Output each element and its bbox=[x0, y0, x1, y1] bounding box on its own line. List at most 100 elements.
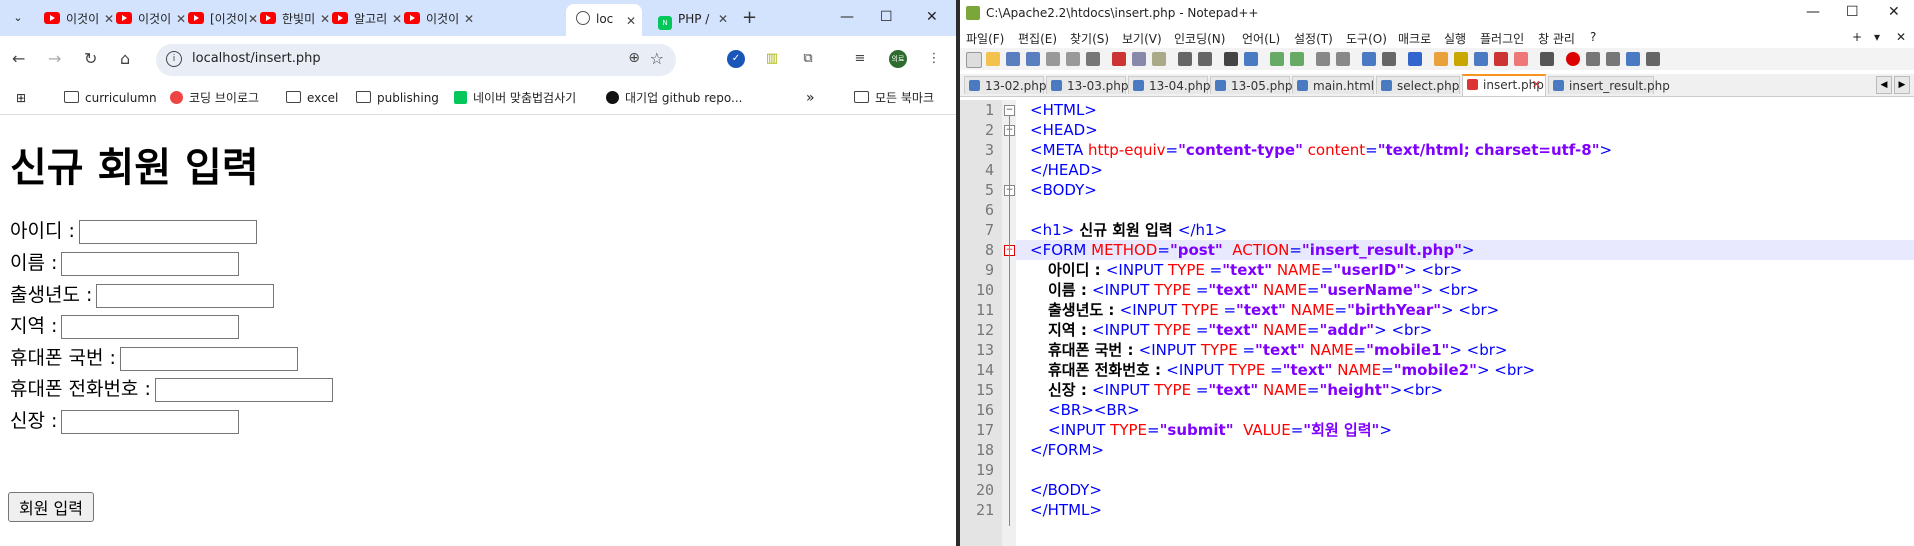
close-file-icon[interactable] bbox=[1046, 52, 1060, 66]
tab-scroll-left-icon[interactable]: ◀ bbox=[1876, 76, 1892, 94]
menu-view[interactable]: 보기(V) bbox=[1122, 30, 1162, 47]
redo-icon[interactable] bbox=[1198, 52, 1212, 66]
apps-grid-icon[interactable]: ⊞ bbox=[16, 90, 26, 106]
npp-maximize-icon[interactable]: ☐ bbox=[1846, 4, 1859, 20]
tab-6[interactable]: 이것이 ✕ bbox=[396, 6, 480, 32]
file-tab-insert-active[interactable]: insert.php ✕ bbox=[1462, 74, 1546, 96]
bookmark-naver-spellcheck[interactable]: 네이버 맞춤법검사기 bbox=[454, 90, 576, 106]
play-macro-icon[interactable] bbox=[1606, 52, 1620, 66]
menu-tools[interactable]: 도구(O) bbox=[1346, 30, 1387, 47]
tab-search-icon[interactable]: ⌄ bbox=[8, 8, 28, 28]
bookmark-publishing[interactable]: publishing bbox=[356, 90, 439, 106]
file-tab-13-03[interactable]: 13-03.php bbox=[1046, 76, 1129, 94]
file-tab-13-02[interactable]: 13-02.php bbox=[964, 76, 1047, 94]
menu-macro[interactable]: 매크로 bbox=[1398, 30, 1431, 47]
bookmark-all[interactable]: 모든 북마크 bbox=[854, 90, 934, 106]
word-wrap-icon[interactable] bbox=[1362, 52, 1376, 66]
menu-encoding[interactable]: 인코딩(N) bbox=[1174, 30, 1225, 47]
menu-help[interactable]: ? bbox=[1590, 30, 1596, 44]
run-multiple-macro-icon[interactable] bbox=[1626, 52, 1640, 66]
tab-close-icon[interactable]: ✕ bbox=[718, 6, 728, 32]
tab-close-icon[interactable]: ✕ bbox=[464, 6, 474, 32]
addr-input[interactable] bbox=[61, 314, 240, 339]
replace-icon[interactable] bbox=[1244, 52, 1258, 66]
menu-kebab-icon[interactable]: ⋮ bbox=[925, 50, 943, 68]
bookmark-coding-vlog[interactable]: 코딩 브이로그 bbox=[170, 90, 259, 106]
bookmark-excel[interactable]: excel bbox=[286, 90, 338, 106]
menu-language[interactable]: 언어(L) bbox=[1242, 30, 1280, 47]
menu-search[interactable]: 찾기(S) bbox=[1070, 30, 1109, 47]
new-file-icon[interactable] bbox=[966, 52, 982, 68]
copy-icon[interactable] bbox=[1132, 52, 1146, 66]
tab-scroll-right-icon[interactable]: ▶ bbox=[1894, 76, 1910, 94]
find-icon[interactable] bbox=[1224, 52, 1238, 66]
record-macro-icon[interactable] bbox=[1566, 52, 1580, 66]
submit-button[interactable]: 회원 입력 bbox=[8, 492, 94, 522]
file-tab-13-05[interactable]: 13-05.php bbox=[1210, 76, 1293, 94]
code-editor[interactable]: − − − − 1 2 3 4 5 6 7 8 9 10 11 12 13 14… bbox=[960, 100, 1914, 546]
open-file-icon[interactable] bbox=[986, 52, 1000, 66]
file-tab-main[interactable]: main.html bbox=[1292, 76, 1374, 94]
bookmark-github-repo[interactable]: 대기업 github repo... bbox=[606, 90, 742, 106]
home-icon[interactable]: ⌂ bbox=[120, 49, 130, 69]
profile-avatar[interactable]: 의료 bbox=[889, 50, 907, 68]
zoom-out-icon[interactable] bbox=[1290, 52, 1304, 66]
tab-close-icon[interactable]: ✕ bbox=[626, 6, 636, 36]
new-tab-icon[interactable]: + bbox=[742, 8, 757, 28]
back-icon[interactable]: ← bbox=[12, 49, 25, 69]
height-input[interactable] bbox=[61, 409, 240, 434]
sync-horizontal-icon[interactable] bbox=[1336, 52, 1350, 66]
print-icon[interactable] bbox=[1086, 52, 1100, 66]
save-all-icon[interactable] bbox=[1026, 52, 1040, 66]
mobile2-input[interactable] bbox=[154, 377, 333, 402]
sync-vertical-icon[interactable] bbox=[1316, 52, 1330, 66]
stop-macro-icon[interactable] bbox=[1586, 52, 1600, 66]
address-bar[interactable]: i localhost/insert.php ⊕ ☆ bbox=[156, 44, 676, 76]
menu-window[interactable]: 창 관리 bbox=[1538, 30, 1575, 47]
media-controls-icon[interactable]: ≡ bbox=[851, 50, 869, 68]
extensions-puzzle-icon[interactable]: ⧉ bbox=[799, 50, 817, 68]
bookmark-star-icon[interactable]: ☆ bbox=[650, 49, 664, 68]
menu-dropdown-icon[interactable]: ▾ bbox=[1874, 30, 1880, 44]
indent-guide-icon[interactable] bbox=[1408, 52, 1422, 66]
tab-8[interactable]: N PHP / ✕ bbox=[650, 6, 734, 32]
bookmark-curriculumn[interactable]: curriculumn bbox=[64, 90, 157, 106]
extension-reader-icon[interactable]: ▥ bbox=[763, 50, 781, 68]
url-text[interactable]: localhost/insert.php bbox=[192, 51, 321, 66]
fold-collapse-icon[interactable]: − bbox=[1004, 105, 1015, 116]
npp-close-icon[interactable]: ✕ bbox=[1888, 4, 1900, 20]
undo-icon[interactable] bbox=[1178, 52, 1192, 66]
bookmarks-overflow-icon[interactable]: » bbox=[806, 90, 815, 106]
menu-close-icon[interactable]: ✕ bbox=[1896, 30, 1906, 44]
monitoring-icon[interactable] bbox=[1514, 52, 1528, 66]
npp-minimize-icon[interactable]: — bbox=[1806, 4, 1820, 20]
menu-edit[interactable]: 편집(E) bbox=[1018, 30, 1057, 47]
doc-map-icon[interactable] bbox=[1454, 52, 1468, 66]
menu-settings[interactable]: 설정(T) bbox=[1294, 30, 1333, 47]
forward-icon[interactable]: → bbox=[48, 49, 61, 69]
userid-input[interactable] bbox=[78, 219, 257, 244]
tab-close-icon[interactable]: ✕ bbox=[1532, 76, 1541, 94]
reload-icon[interactable]: ↻ bbox=[84, 49, 97, 69]
paste-icon[interactable] bbox=[1152, 52, 1166, 66]
udl-icon[interactable] bbox=[1434, 52, 1448, 66]
menu-new-icon[interactable]: + bbox=[1852, 30, 1862, 44]
eye-icon[interactable] bbox=[1540, 52, 1554, 66]
menu-plugins[interactable]: 플러그인 bbox=[1480, 30, 1524, 47]
menu-run[interactable]: 실행 bbox=[1444, 30, 1466, 47]
save-macro-icon[interactable] bbox=[1646, 52, 1660, 66]
mobile1-input[interactable] bbox=[119, 346, 298, 371]
zoom-in-icon[interactable] bbox=[1270, 52, 1284, 66]
file-tab-13-04[interactable]: 13-04.php bbox=[1128, 76, 1211, 94]
menu-file[interactable]: 파일(F) bbox=[966, 30, 1004, 47]
close-all-icon[interactable] bbox=[1066, 52, 1080, 66]
file-tab-insert-result[interactable]: insert_result.php bbox=[1548, 76, 1670, 94]
show-all-chars-icon[interactable] bbox=[1382, 52, 1396, 66]
close-icon[interactable]: ✕ bbox=[926, 6, 938, 28]
cut-icon[interactable] bbox=[1112, 52, 1126, 66]
birthyear-input[interactable] bbox=[96, 283, 275, 308]
save-icon[interactable] bbox=[1006, 52, 1020, 66]
username-input[interactable] bbox=[61, 251, 240, 276]
extension-check-icon[interactable]: ✓ bbox=[727, 50, 745, 68]
folder-workspace-icon[interactable] bbox=[1494, 52, 1508, 66]
